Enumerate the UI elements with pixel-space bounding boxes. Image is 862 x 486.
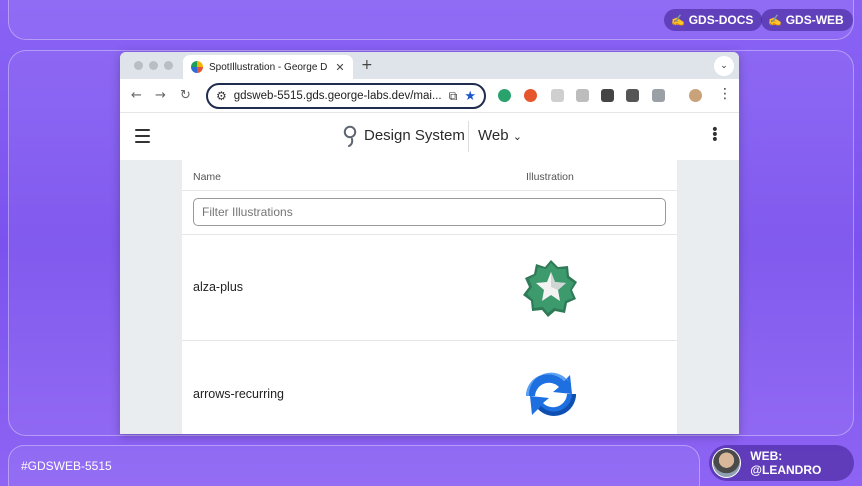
platform-switcher[interactable]: Web ⌄	[478, 127, 522, 144]
bookmark-star-icon[interactable]: ★	[464, 88, 476, 104]
tag-label: GDS-DOCS	[688, 13, 754, 27]
extension-dark-icon[interactable]	[601, 89, 614, 102]
window-close-dot[interactable]	[134, 61, 143, 70]
author-badge: WEB: @LEANDRO	[709, 445, 854, 481]
illustrations-table: Name Illustration alza-plus arrows-recur…	[182, 160, 677, 434]
new-tab-plus-icon[interactable]: +	[361, 57, 373, 73]
divider	[182, 340, 677, 341]
close-icon[interactable]: ✕	[333, 61, 347, 74]
column-header-illustration[interactable]: Illustration	[526, 171, 574, 183]
content-area: Name Illustration alza-plus arrows-recur…	[120, 160, 739, 434]
tag-pill-gds-docs: ✍ GDS-DOCS	[664, 9, 763, 31]
site-settings-icon[interactable]: ⚙	[216, 89, 227, 103]
george-logo-icon	[343, 125, 357, 147]
profile-avatar[interactable]	[689, 89, 702, 102]
chevron-down-icon: ⌄	[512, 131, 522, 143]
filter-input[interactable]	[193, 198, 666, 226]
tab-title: SpotIllustration - George Design System	[209, 61, 327, 73]
pen-icon: ✍	[768, 14, 782, 27]
bottom-overlay-bar: #GDSWEB-5515	[8, 445, 700, 486]
column-header-name[interactable]: Name	[193, 171, 221, 183]
extension-brave-icon[interactable]	[524, 89, 537, 102]
avatar	[712, 448, 742, 478]
browser-window: SpotIllustration - George Design System …	[120, 52, 739, 434]
address-bar[interactable]: ⚙ gdsweb-5515.gds.george-labs.dev/mai...…	[206, 83, 486, 109]
forward-arrow-icon[interactable]: →	[155, 88, 166, 103]
badge-star-icon	[523, 260, 577, 317]
extension-camera-icon[interactable]	[576, 89, 589, 102]
site-favicon-icon	[191, 61, 203, 73]
extension-font-icon[interactable]	[551, 89, 564, 102]
ticket-id: #GDSWEB-5515	[21, 459, 112, 473]
back-arrow-icon[interactable]: ←	[131, 88, 142, 103]
url-text: gdsweb-5515.gds.george-labs.dev/mai...	[233, 90, 442, 102]
divider	[182, 234, 677, 235]
header-divider	[468, 121, 469, 152]
tag-pill-gds-web: ✍ GDS-WEB	[761, 9, 853, 31]
row-name: alza-plus	[193, 280, 244, 294]
install-app-icon[interactable]: ⧉	[449, 89, 458, 104]
top-overlay-bar: ✍ GDS-DOCS ✍ GDS-WEB	[8, 0, 854, 40]
chevron-down-icon[interactable]: ⌄	[714, 56, 734, 76]
platform-label: Web	[478, 127, 509, 144]
tab-strip: SpotIllustration - George Design System …	[120, 52, 739, 79]
browser-menu-icon[interactable]: ⋮	[718, 86, 732, 102]
browser-toolbar: ← → ↻ ⚙ gdsweb-5515.gds.george-labs.dev/…	[120, 79, 739, 113]
extensions-puzzle-icon[interactable]	[652, 89, 665, 102]
window-minimize-dot[interactable]	[149, 61, 158, 70]
arrows-recurring-icon	[526, 372, 576, 416]
extension-grid-icon[interactable]	[626, 89, 639, 102]
extension-grammar-icon[interactable]	[498, 89, 511, 102]
author-label: WEB: @LEANDRO	[750, 449, 822, 477]
row-name: arrows-recurring	[193, 387, 284, 401]
pen-icon: ✍	[671, 14, 685, 27]
browser-tab-active[interactable]: SpotIllustration - George Design System …	[183, 55, 353, 79]
site-header: Design System Web ⌄ • • •	[120, 113, 739, 160]
reload-icon[interactable]: ↻	[180, 88, 191, 103]
tag-label: GDS-WEB	[785, 13, 844, 27]
window-maximize-dot[interactable]	[164, 61, 173, 70]
hamburger-menu-icon[interactable]	[135, 129, 150, 147]
divider	[182, 190, 677, 191]
more-menu-icon[interactable]: • • •	[711, 123, 719, 147]
brand-title: Design System	[364, 127, 465, 144]
